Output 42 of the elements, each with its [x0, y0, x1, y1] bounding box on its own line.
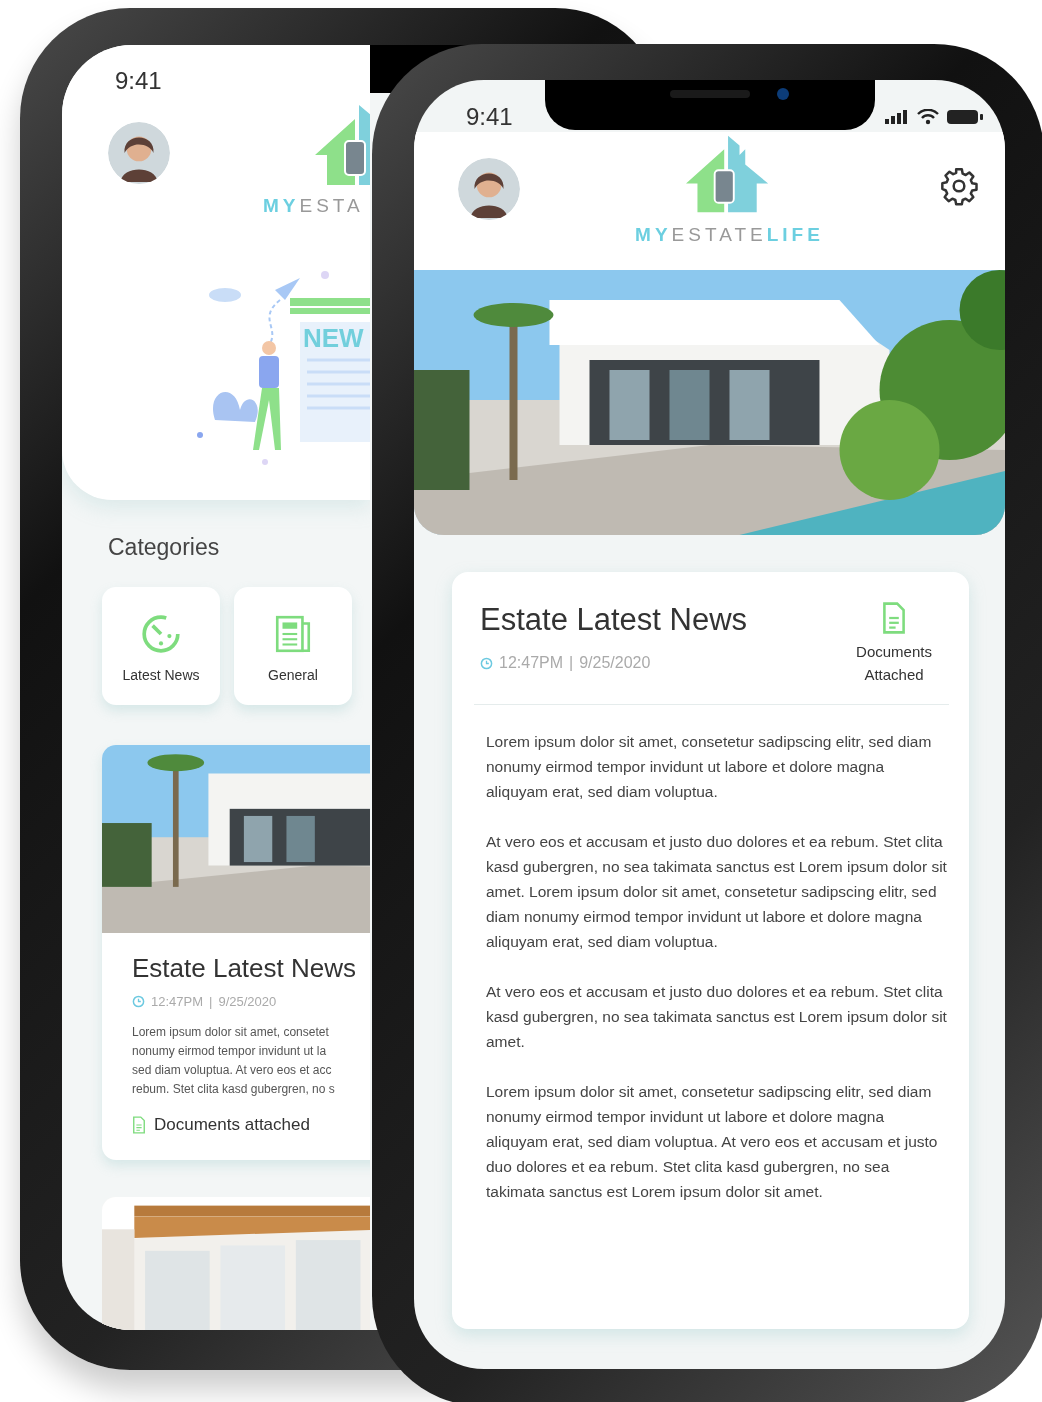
attachment-label: Documents Attached [855, 642, 933, 685]
settings-icon[interactable] [939, 166, 979, 206]
news-excerpt-line: rebum. Stet clita kasd gubergren, no s [132, 1081, 336, 1098]
clock-icon [480, 656, 493, 670]
logo-text: MY ESTATE LIFE [635, 224, 824, 246]
cloud-icon [209, 288, 241, 302]
camera-lens [777, 88, 789, 100]
news-date: 9/25/2020 [218, 994, 277, 1009]
battery-icon [947, 109, 983, 125]
article-paragraph: At vero eos et accusam et justo duo dolores et ea rebum. Stet clita kasd gubergren, no sea takimata sanctus est Lorem ipsum dolor sit amet. Lorem ipsum dolor sit amet, consetetur sadipscing elitr, sed diam nonumy eirmod tempor invidunt ut labore et dolore magna aliquyam erat, sed diam voluptua. [486, 832, 948, 952]
news-excerpt-line: sed diam voluptua. At vero eos et acc [132, 1062, 333, 1079]
meta-separator: | [569, 654, 574, 672]
bush-drawing [213, 391, 258, 422]
illustration-label: NEW [303, 323, 364, 353]
article-paragraph: At vero eos et accusam et justo duo dolores et ea rebum. Stet clita kasd gubergren, no sea takimata sanctus est Lorem ipsum dolor sit amet. [486, 982, 948, 1052]
logo-text: MY ESTA [263, 195, 364, 217]
article-title: Estate Latest News [480, 602, 748, 638]
news-card[interactable] [102, 745, 370, 1160]
avatar[interactable] [108, 122, 170, 184]
status-time: 9:41 [115, 67, 162, 95]
attachment-label: Documents attached [154, 1115, 310, 1135]
clock-icon [132, 995, 145, 1008]
article-paragraph: Lorem ipsum dolor sit amet, consetetur sadipscing elitr, sed diam nonumy eirmod tempor invidunt ut labore et dolore magna aliquyam erat, sed diam voluptua. [486, 732, 933, 802]
news-title: Estate Latest News [132, 953, 357, 984]
category-card[interactable]: Latest News [102, 587, 220, 705]
avatar[interactable] [458, 158, 520, 220]
document-icon [132, 1116, 146, 1134]
meta-separator: | [209, 994, 213, 1009]
section-title: Categories [108, 534, 221, 561]
news-time: 12:47PM [151, 994, 204, 1009]
clock-icon [140, 613, 182, 655]
article-paragraph: Lorem ipsum dolor sit amet, consetetur sadipscing elitr, sed diam nonumy eirmod tempor invidunt ut labore et dolore magna aliquyam erat, sed diam voluptua. At vero eos et accusam et justo duo dolores et ea rebum. Stet clita kasd gubergren, no sea takimata sanctus est Lorem ipsum dolor sit amet. [486, 1082, 939, 1202]
news-excerpt-line: Lorem ipsum dolor sit amet, consetet [132, 1024, 330, 1041]
category-card[interactable]: General [234, 587, 352, 705]
status-time: 9:41 [466, 103, 513, 131]
article-date: 9/25/2020 [579, 654, 651, 672]
wifi-icon [917, 109, 939, 125]
article-time: 12:47PM [499, 654, 564, 672]
category-label: General [268, 667, 318, 683]
category-label: Latest News [122, 667, 200, 683]
news-excerpt-line: nonumy eirmod tempor invidunt ut la [132, 1043, 328, 1060]
signal-icon [885, 110, 909, 124]
